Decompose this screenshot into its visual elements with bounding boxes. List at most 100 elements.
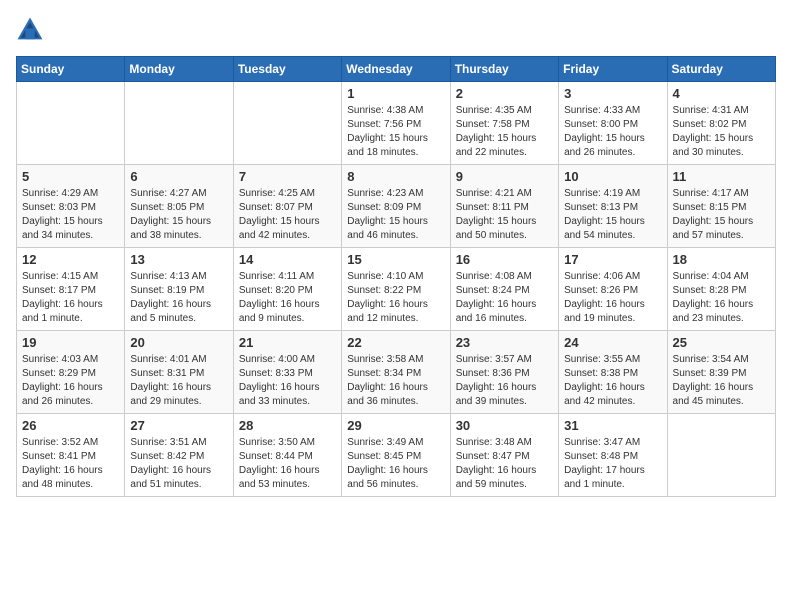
day-cell: 30Sunrise: 3:48 AM Sunset: 8:47 PM Dayli… [450, 414, 558, 497]
header-cell-thursday: Thursday [450, 57, 558, 82]
week-row-5: 26 Sunrise: 3:52 AM Sunset: 8:41 PM Dayli… [17, 414, 776, 497]
day-number: 6 [130, 169, 227, 184]
header-row: SundayMondayTuesdayWednesdayThursdayFrid… [17, 57, 776, 82]
day-number: 29 [347, 418, 444, 433]
day-info: Sunrise: 3:49 AM Sunset: 8:45 PM Dayligh… [347, 436, 444, 492]
day-info: Sunrise: 3:51 AM Sunset: 8:42 PM Dayligh… [130, 436, 227, 492]
day-cell: 22 Sunrise: 3:58 AM Sunset: 8:34 PM Dayli… [342, 331, 450, 414]
header-cell-monday: Monday [125, 57, 233, 82]
day-number: 3 [564, 86, 661, 101]
day-cell: 4 Sunrise: 4:31 AM Sunset: 8:02 PM Daylig… [667, 82, 775, 165]
day-number: 8 [347, 169, 444, 184]
day-info: Sunrise: 4:04 AM Sunset: 8:28 PM Dayligh… [673, 270, 770, 326]
day-cell: 17Sunrise: 4:06 AM Sunset: 8:26 PM Dayli… [559, 248, 667, 331]
day-cell: 14Sunrise: 4:11 AM Sunset: 8:20 PM Dayli… [233, 248, 341, 331]
day-number: 20 [130, 335, 227, 350]
day-number: 30 [456, 418, 553, 433]
week-row-3: 12 Sunrise: 4:15 AM Sunset: 8:17 PM Dayli… [17, 248, 776, 331]
day-info: Sunrise: 3:58 AM Sunset: 8:34 PM Dayligh… [347, 353, 444, 409]
day-number: 26 [22, 418, 119, 433]
day-cell: 29 Sunrise: 3:49 AM Sunset: 8:45 PM Dayli… [342, 414, 450, 497]
page-header [16, 16, 776, 44]
day-cell: 6 Sunrise: 4:27 AM Sunset: 8:05 PM Daylig… [125, 165, 233, 248]
day-number: 17 [564, 252, 661, 267]
day-number: 25 [673, 335, 770, 350]
day-cell: 10 Sunrise: 4:19 AM Sunset: 8:13 PM Dayli… [559, 165, 667, 248]
week-row-2: 5 Sunrise: 4:29 AM Sunset: 8:03 PM Daylig… [17, 165, 776, 248]
day-info: Sunrise: 3:47 AM Sunset: 8:48 PM Dayligh… [564, 436, 661, 492]
day-info: Sunrise: 4:23 AM Sunset: 8:09 PM Dayligh… [347, 187, 444, 243]
day-cell: 13 Sunrise: 4:13 AM Sunset: 8:19 PM Dayli… [125, 248, 233, 331]
day-info: Sunrise: 4:35 AM Sunset: 7:58 PM Dayligh… [456, 104, 553, 160]
day-cell: 19Sunrise: 4:03 AM Sunset: 8:29 PM Dayli… [17, 331, 125, 414]
day-info: Sunrise: 4:38 AM Sunset: 7:56 PM Dayligh… [347, 104, 444, 160]
day-info: Sunrise: 4:03 AM Sunset: 8:29 PM Dayligh… [22, 353, 119, 409]
day-cell [125, 82, 233, 165]
day-info: Sunrise: 3:54 AM Sunset: 8:39 PM Dayligh… [673, 353, 770, 409]
day-cell: 7Sunrise: 4:25 AM Sunset: 8:07 PM Daylig… [233, 165, 341, 248]
day-cell: 31Sunrise: 3:47 AM Sunset: 8:48 PM Dayli… [559, 414, 667, 497]
day-number: 9 [456, 169, 553, 184]
header-cell-tuesday: Tuesday [233, 57, 341, 82]
day-number: 11 [673, 169, 770, 184]
day-info: Sunrise: 4:19 AM Sunset: 8:13 PM Dayligh… [564, 187, 661, 243]
day-cell: 23 Sunrise: 3:57 AM Sunset: 8:36 PM Dayli… [450, 331, 558, 414]
day-cell: 12 Sunrise: 4:15 AM Sunset: 8:17 PM Dayli… [17, 248, 125, 331]
day-cell: 9 Sunrise: 4:21 AM Sunset: 8:11 PM Daylig… [450, 165, 558, 248]
day-number: 1 [347, 86, 444, 101]
header-cell-friday: Friday [559, 57, 667, 82]
day-number: 27 [130, 418, 227, 433]
day-cell: 18 Sunrise: 4:04 AM Sunset: 8:28 PM Dayli… [667, 248, 775, 331]
header-cell-wednesday: Wednesday [342, 57, 450, 82]
day-cell: 20 Sunrise: 4:01 AM Sunset: 8:31 PM Dayli… [125, 331, 233, 414]
day-number: 13 [130, 252, 227, 267]
day-info: Sunrise: 4:01 AM Sunset: 8:31 PM Dayligh… [130, 353, 227, 409]
day-number: 4 [673, 86, 770, 101]
day-info: Sunrise: 4:08 AM Sunset: 8:24 PM Dayligh… [456, 270, 553, 326]
day-number: 12 [22, 252, 119, 267]
day-info: Sunrise: 3:52 AM Sunset: 8:41 PM Dayligh… [22, 436, 119, 492]
day-number: 15 [347, 252, 444, 267]
day-number: 28 [239, 418, 336, 433]
day-cell: 16Sunrise: 4:08 AM Sunset: 8:24 PM Dayli… [450, 248, 558, 331]
day-number: 22 [347, 335, 444, 350]
day-info: Sunrise: 3:55 AM Sunset: 8:38 PM Dayligh… [564, 353, 661, 409]
calendar-table: SundayMondayTuesdayWednesdayThursdayFrid… [16, 56, 776, 497]
day-info: Sunrise: 4:27 AM Sunset: 8:05 PM Dayligh… [130, 187, 227, 243]
day-info: Sunrise: 4:10 AM Sunset: 8:22 PM Dayligh… [347, 270, 444, 326]
day-info: Sunrise: 4:17 AM Sunset: 8:15 PM Dayligh… [673, 187, 770, 243]
day-info: Sunrise: 3:57 AM Sunset: 8:36 PM Dayligh… [456, 353, 553, 409]
day-info: Sunrise: 4:13 AM Sunset: 8:19 PM Dayligh… [130, 270, 227, 326]
day-info: Sunrise: 4:31 AM Sunset: 8:02 PM Dayligh… [673, 104, 770, 160]
day-info: Sunrise: 4:33 AM Sunset: 8:00 PM Dayligh… [564, 104, 661, 160]
day-number: 5 [22, 169, 119, 184]
day-cell: 25 Sunrise: 3:54 AM Sunset: 8:39 PM Dayli… [667, 331, 775, 414]
day-cell: 28 Sunrise: 3:50 AM Sunset: 8:44 PM Dayli… [233, 414, 341, 497]
week-row-1: 1 Sunrise: 4:38 AM Sunset: 7:56 PM Daylig… [17, 82, 776, 165]
day-cell: 26 Sunrise: 3:52 AM Sunset: 8:41 PM Dayli… [17, 414, 125, 497]
day-info: Sunrise: 4:29 AM Sunset: 8:03 PM Dayligh… [22, 187, 119, 243]
day-info: Sunrise: 4:00 AM Sunset: 8:33 PM Dayligh… [239, 353, 336, 409]
day-cell [17, 82, 125, 165]
day-info: Sunrise: 4:21 AM Sunset: 8:11 PM Dayligh… [456, 187, 553, 243]
day-number: 7 [239, 169, 336, 184]
day-cell: 3 Sunrise: 4:33 AM Sunset: 8:00 PM Daylig… [559, 82, 667, 165]
day-cell: 8 Sunrise: 4:23 AM Sunset: 8:09 PM Daylig… [342, 165, 450, 248]
day-number: 24 [564, 335, 661, 350]
day-number: 23 [456, 335, 553, 350]
day-info: Sunrise: 4:15 AM Sunset: 8:17 PM Dayligh… [22, 270, 119, 326]
day-cell [667, 414, 775, 497]
day-number: 10 [564, 169, 661, 184]
day-info: Sunrise: 3:50 AM Sunset: 8:44 PM Dayligh… [239, 436, 336, 492]
day-info: Sunrise: 4:11 AM Sunset: 8:20 PM Dayligh… [239, 270, 336, 326]
day-cell: 15 Sunrise: 4:10 AM Sunset: 8:22 PM Dayli… [342, 248, 450, 331]
logo [16, 16, 48, 44]
header-cell-saturday: Saturday [667, 57, 775, 82]
day-cell: 2Sunrise: 4:35 AM Sunset: 7:58 PM Daylig… [450, 82, 558, 165]
header-cell-sunday: Sunday [17, 57, 125, 82]
week-row-4: 19Sunrise: 4:03 AM Sunset: 8:29 PM Dayli… [17, 331, 776, 414]
day-number: 21 [239, 335, 336, 350]
day-cell: 1 Sunrise: 4:38 AM Sunset: 7:56 PM Daylig… [342, 82, 450, 165]
day-number: 18 [673, 252, 770, 267]
day-cell: 11 Sunrise: 4:17 AM Sunset: 8:15 PM Dayli… [667, 165, 775, 248]
